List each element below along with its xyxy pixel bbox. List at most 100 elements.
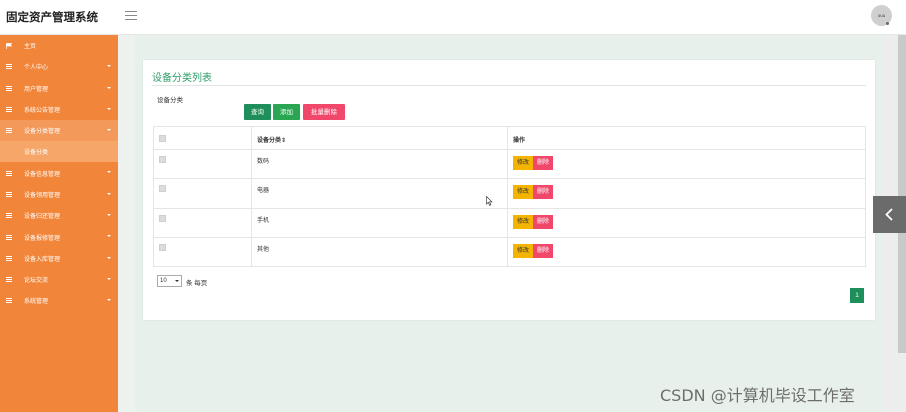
checkbox-cell [153,178,252,209]
category-name-cell: 手机 [251,207,508,238]
scrollbar-thumb[interactable] [898,35,906,353]
checkbox-cell [153,148,252,180]
delete-button[interactable]: 删除 [533,214,554,229]
category-name-cell: 电器 [251,178,508,209]
add-button[interactable]: 添加 [273,104,300,120]
sidebar-item-inbound[interactable]: 设备入库管理 [0,248,118,269]
chevron-down-icon [175,280,179,282]
sidebar-item-label: 论坛交流 [24,277,49,285]
list-icon [6,170,12,176]
table-row: 其他 修改 删除 [153,236,866,268]
select-all-cell [153,126,252,150]
actions-cell: 修改 删除 [507,148,866,180]
actions-cell: 修改 删除 [507,236,866,268]
list-icon [6,85,12,91]
list-icon [6,298,12,304]
select-all-checkbox[interactable] [159,135,166,142]
sidebar-item-label: 设备信息管理 [24,170,61,178]
row-checkbox[interactable] [159,214,166,222]
panel-toggle-button[interactable] [873,196,906,233]
batch-delete-button[interactable]: 批量删除 [303,104,345,120]
avatar-dropdown-icon[interactable] [886,22,889,25]
page-size-value: 10 [160,278,167,284]
row-checkbox[interactable] [159,156,166,163]
page-size-select[interactable]: 10 [157,275,182,287]
chevron-left-icon [885,208,893,221]
sidebar-item-label: 设备领用管理 [24,191,61,199]
actions-cell: 修改 删除 [507,207,866,238]
sidebar-item-announcements[interactable]: 系统公告管理 [0,99,118,120]
edit-button[interactable]: 修改 [513,214,534,229]
chevron-down-icon [107,107,111,110]
mouse-cursor-icon [486,196,493,206]
row-checkbox[interactable] [159,243,166,251]
list-icon [6,191,12,197]
category-name-cell: 其他 [251,236,508,268]
sidebar-subitem-category[interactable]: 设备分类 [0,141,118,163]
sidebar-item-label: 设备归还管理 [24,213,61,221]
edit-button[interactable]: 修改 [513,243,534,258]
delete-button[interactable]: 删除 [533,185,554,200]
column-header-actions: 操作 [507,126,866,150]
sidebar-item-checkout[interactable]: 设备领用管理 [0,184,118,205]
sidebar-item-category[interactable]: 设备分类管理 [0,120,118,142]
list-icon [6,107,12,113]
chevron-down-icon [107,214,111,217]
sidebar-item-forum[interactable]: 论坛交流 [0,269,118,290]
table-row: 手机 修改 删除 [153,207,866,238]
sidebar-item-home[interactable]: 主页 [0,35,118,56]
search-input[interactable] [157,104,243,120]
table-row: 数码 修改 删除 [153,148,866,180]
sidebar-item-label: 系统管理 [24,298,49,306]
sidebar-item-system[interactable]: 系统管理 [0,290,118,311]
per-page-label: 条 每页 [186,280,208,287]
category-table: 设备分类⇕ 操作 数码 修改 删除 电器 修改 删除 手机 修改 删除 其他 修… [153,126,866,268]
chevron-down-icon [107,235,111,238]
search-label: 设备分类 [157,97,183,104]
list-icon [6,255,12,261]
list-icon [6,64,12,70]
sidebar-item-label: 设备报修管理 [24,234,61,242]
chevron-down-icon [107,129,111,132]
sidebar-item-label: 用户管理 [24,85,49,93]
hamburger-menu-icon[interactable] [124,8,138,22]
list-icon [6,128,12,134]
chevron-down-icon [107,256,111,259]
list-icon [6,234,12,240]
flag-icon [6,42,12,49]
sidebar-item-label: 主页 [24,43,37,51]
sidebar-item-users[interactable]: 用户管理 [0,78,118,99]
watermark: CSDN @计算机毕设工作室 [660,386,855,405]
list-icon [6,277,12,283]
sidebar-item-label: 系统公告管理 [24,107,61,115]
table-row: 电器 修改 删除 [153,178,866,209]
sidebar: 主页 个人中心 用户管理 系统公告管理 设备分类管理 设备分类 设备信息管理 设… [0,35,118,412]
sidebar-item-label: 设备分类管理 [24,128,61,136]
chevron-down-icon [107,299,111,302]
query-button[interactable]: 查询 [244,104,271,120]
checkbox-cell [153,236,252,268]
sidebar-item-repair[interactable]: 设备报修管理 [0,226,118,247]
sidebar-item-label: 个人中心 [24,64,49,72]
chevron-down-icon [107,277,111,280]
sidebar-item-profile[interactable]: 个人中心 [0,56,118,77]
row-checkbox[interactable] [159,185,166,193]
app-title: 固定资产管理系统 [6,10,98,24]
sidebar-item-label: 设备入库管理 [24,255,61,263]
table-header-row: 设备分类⇕ 操作 [153,126,866,150]
delete-button[interactable]: 删除 [533,243,554,258]
sidebar-item-device-info[interactable]: 设备信息管理 [0,162,118,183]
edit-button[interactable]: 修改 [513,156,534,170]
page-title: 设备分类列表 [152,73,212,84]
column-header-name[interactable]: 设备分类⇕ [251,126,508,150]
edit-button[interactable]: 修改 [513,185,534,200]
chevron-down-icon [107,192,111,195]
top-bar: 固定资产管理系统 ouu [0,0,906,35]
list-icon [6,213,12,219]
category-name-cell: 数码 [251,148,508,180]
sidebar-item-return[interactable]: 设备归还管理 [0,205,118,226]
title-divider [152,85,866,86]
delete-button[interactable]: 删除 [533,156,554,170]
page-number-button[interactable]: 1 [850,288,864,303]
main-card: 设备分类列表 设备分类 查询 添加 批量删除 设备分类⇕ 操作 数码 修改 删除 … [143,60,875,320]
